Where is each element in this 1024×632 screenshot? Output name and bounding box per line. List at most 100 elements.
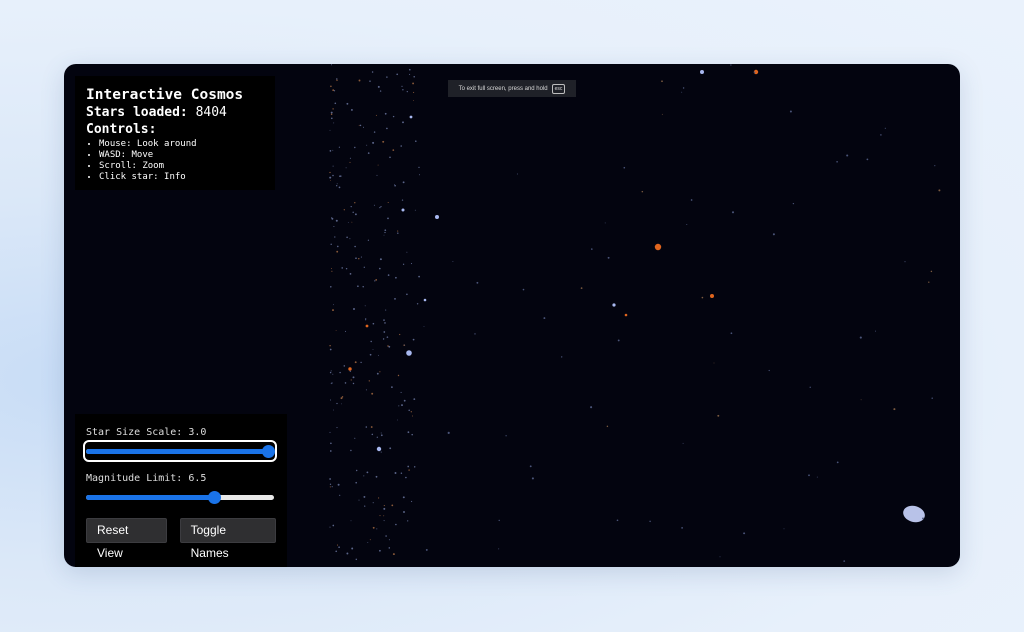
star-faint[interactable] [405,476,407,479]
star-faint[interactable] [377,164,379,166]
star-faint[interactable] [380,432,382,434]
star-orange[interactable] [654,243,662,251]
star-faint[interactable] [374,280,376,282]
star-faint[interactable] [385,535,387,537]
star-faint[interactable] [389,447,392,450]
star-faint[interactable] [411,433,413,436]
star-faint[interactable] [809,386,811,388]
star-faint[interactable] [354,361,357,364]
star-faint[interactable] [349,273,352,275]
star-faint[interactable] [344,330,347,332]
star-bright[interactable] [901,503,926,524]
star-faint[interactable] [701,296,704,299]
star-faint[interactable] [354,245,356,248]
star-faint[interactable] [349,157,351,159]
star-faint[interactable] [607,256,610,259]
star-faint[interactable] [365,389,367,391]
star-faint[interactable] [349,370,351,373]
star-faint[interactable] [372,141,375,144]
star-faint[interactable] [369,539,371,541]
star-faint[interactable] [719,556,721,558]
star-faint[interactable] [922,517,924,520]
star-faint[interactable] [392,149,395,151]
star-faint[interactable] [418,275,420,278]
star-faint[interactable] [476,281,479,284]
star-faint[interactable] [383,520,385,522]
star-faint[interactable] [346,102,349,105]
star-faint[interactable] [360,256,362,258]
star-faint[interactable] [604,222,606,224]
star-faint[interactable] [362,286,364,288]
star-faint[interactable] [330,117,333,120]
star-faint[interactable] [329,478,331,480]
star-faint[interactable] [382,338,385,340]
star-faint[interactable] [332,165,334,167]
star-faint[interactable] [400,145,403,147]
star-faint[interactable] [591,248,593,250]
star-faint[interactable] [336,79,338,82]
star-faint[interactable] [330,383,332,385]
toggle-names-button[interactable]: Toggle Names [179,518,276,560]
star-faint[interactable] [413,466,416,468]
star-faint[interactable] [365,318,367,320]
star-faint[interactable] [580,287,583,289]
star-faint[interactable] [341,403,342,405]
star-faint[interactable] [408,469,410,471]
star-faint[interactable] [358,499,360,501]
star-faint[interactable] [406,90,408,93]
star-faint[interactable] [398,405,400,407]
star-faint[interactable] [336,183,338,185]
star-faint[interactable] [412,415,413,417]
star-faint[interactable] [389,156,391,159]
star-faint[interactable] [331,268,332,270]
star-faint[interactable] [329,526,331,528]
star-faint[interactable] [337,483,340,486]
star-faint[interactable] [387,201,389,204]
star-blue[interactable] [376,446,382,452]
star-faint[interactable] [368,380,370,382]
star-faint[interactable] [332,149,334,151]
star-faint[interactable] [352,376,355,379]
star-faint[interactable] [412,100,414,101]
star-faint[interactable] [371,71,374,73]
star-faint[interactable] [409,73,411,75]
star-faint[interactable] [743,532,746,535]
star-faint[interactable] [402,89,404,91]
star-faint[interactable] [401,404,403,407]
star-faint[interactable] [329,344,331,347]
star-faint[interactable] [590,406,593,409]
star-faint[interactable] [379,371,381,373]
star-faint[interactable] [396,73,399,76]
star-faint[interactable] [498,548,500,550]
star-faint[interactable] [354,202,356,204]
star-faint[interactable] [339,494,341,496]
star-faint[interactable] [331,270,333,272]
star-faint[interactable] [385,309,387,311]
star-faint[interactable] [329,171,331,174]
star-faint[interactable] [661,113,663,115]
star-faint[interactable] [336,544,339,546]
star-faint[interactable] [392,553,395,556]
star-faint[interactable] [365,319,367,321]
star-faint[interactable] [406,251,408,253]
star-faint[interactable] [394,184,396,185]
star-faint[interactable] [408,409,410,412]
star-faint[interactable] [391,504,394,507]
star-blue[interactable] [612,303,616,307]
star-faint[interactable] [370,426,373,428]
star-faint[interactable] [336,402,338,405]
star-faint[interactable] [376,372,379,375]
star-faint[interactable] [358,79,361,82]
star-faint[interactable] [395,276,397,279]
star-faint[interactable] [372,322,375,325]
star-faint[interactable] [329,399,332,401]
star-faint[interactable] [375,475,378,478]
star-blue[interactable] [409,115,413,119]
star-faint[interactable] [423,326,425,327]
star-faint[interactable] [859,336,862,339]
star-faint[interactable] [402,121,404,124]
star-faint[interactable] [364,305,366,307]
star-blue[interactable] [700,70,704,74]
star-faint[interactable] [376,436,378,438]
star-faint[interactable] [353,308,355,310]
